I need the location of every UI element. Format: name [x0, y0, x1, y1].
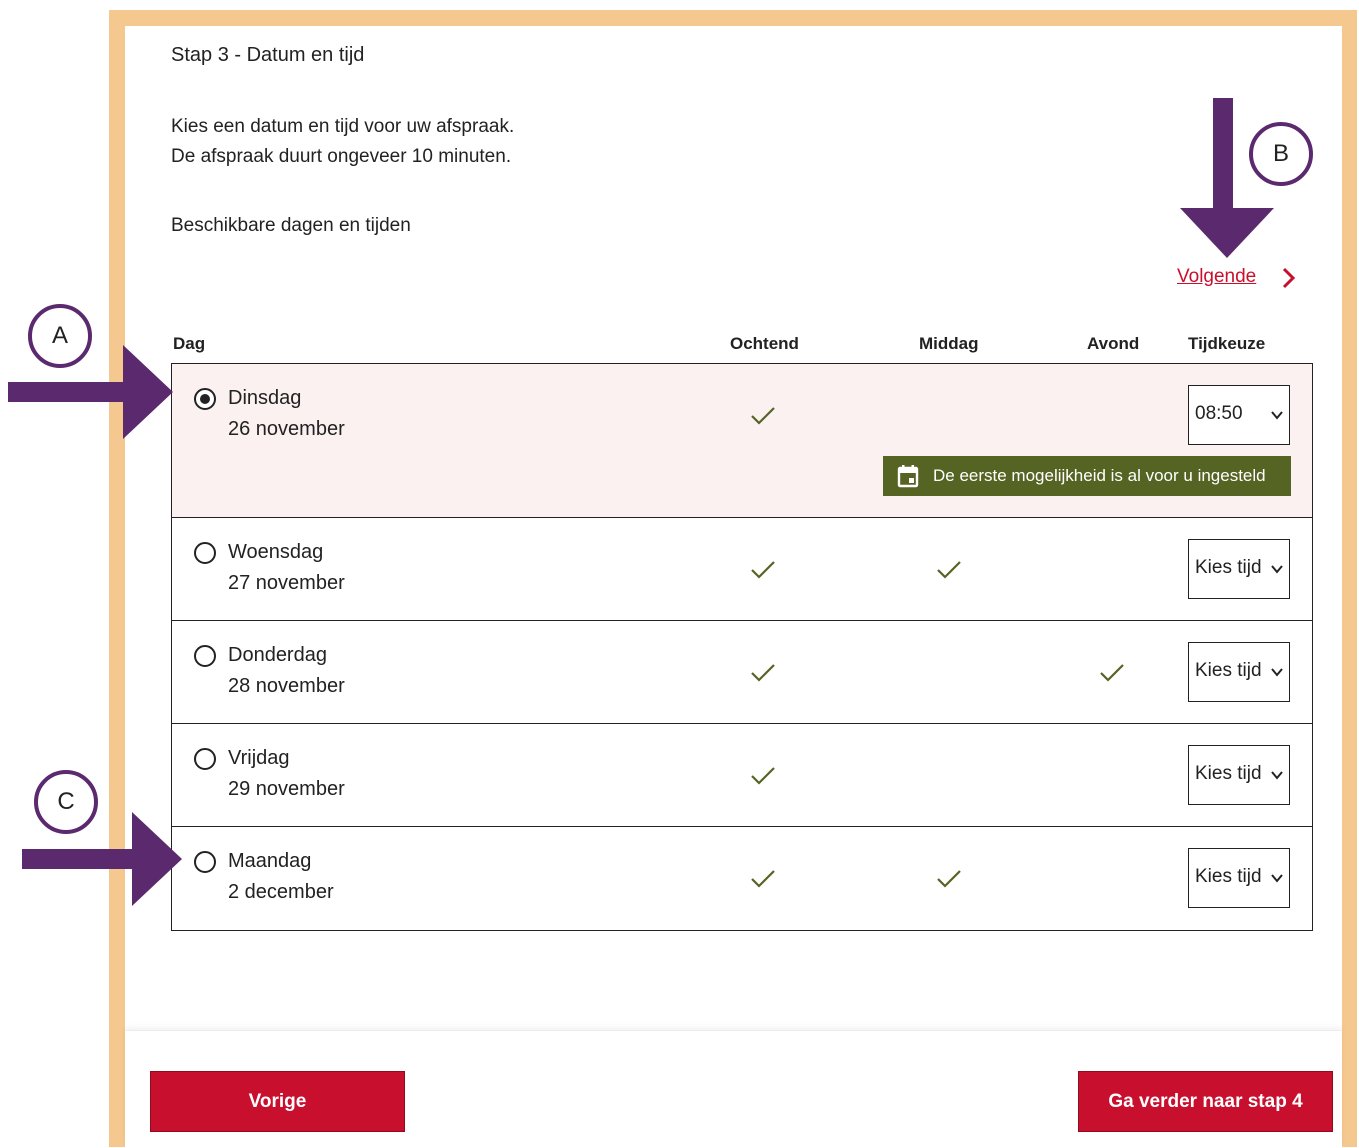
column-header-morning: Ochtend — [730, 334, 799, 353]
day-date: 28 november — [228, 675, 345, 697]
table-row[interactable]: Woensdag 27 november Kies tijd — [172, 518, 1312, 620]
chevron-down-icon — [1271, 565, 1283, 574]
column-header-evening: Avond — [1087, 334, 1140, 353]
time-select[interactable]: Kies tijd — [1188, 848, 1290, 908]
intro-text-line1: Kies een datum en tijd voor uw afspraak. — [171, 116, 515, 137]
table-row[interactable]: Donderdag 28 november Kies tijd — [172, 621, 1312, 723]
check-icon — [751, 407, 775, 425]
chevron-down-icon — [1271, 411, 1283, 420]
table-row[interactable]: Vrijdag 29 november Kies tijd — [172, 724, 1312, 826]
day-date: 2 december — [228, 881, 334, 903]
check-icon — [751, 767, 775, 785]
day-date: 27 november — [228, 572, 345, 594]
day-radio[interactable] — [194, 388, 216, 410]
annotation-label-a: A — [28, 304, 92, 368]
time-select[interactable]: Kies tijd — [1188, 539, 1290, 599]
time-select[interactable]: Kies tijd — [1188, 745, 1290, 805]
annotation-label-c: C — [34, 770, 98, 834]
intro-text-line2: De afspraak duurt ongeveer 10 minuten. — [171, 146, 512, 167]
chevron-right-icon[interactable] — [1279, 266, 1299, 290]
time-select-value: Kies tijd — [1195, 557, 1262, 578]
time-select-value: Kies tijd — [1195, 866, 1262, 887]
previous-button[interactable]: Vorige — [150, 1071, 405, 1132]
day-radio[interactable] — [194, 542, 216, 564]
check-icon — [937, 561, 961, 579]
available-label: Beschikbare dagen en tijden — [171, 215, 411, 236]
day-name: Maandag — [228, 850, 312, 872]
check-icon — [937, 870, 961, 888]
time-select[interactable]: 08:50 — [1188, 385, 1290, 445]
time-select-value: Kies tijd — [1195, 763, 1262, 784]
annotation-label-b: B — [1249, 122, 1313, 186]
check-icon — [751, 664, 775, 682]
day-date: 26 november — [228, 418, 345, 440]
check-icon — [751, 561, 775, 579]
chevron-down-icon — [1271, 668, 1283, 677]
time-select-value: 08:50 — [1195, 403, 1243, 424]
annotation-arrow-a — [8, 345, 173, 439]
chevron-down-icon — [1271, 874, 1283, 883]
time-select-value: Kies tijd — [1195, 660, 1262, 681]
first-option-tooltip: De eerste mogelijkheid is al voor u inge… — [883, 456, 1291, 496]
day-name: Woensdag — [228, 541, 324, 563]
chevron-down-icon — [1271, 771, 1283, 780]
calendar-icon — [897, 465, 919, 488]
day-name: Dinsdag — [228, 387, 302, 409]
check-icon — [751, 870, 775, 888]
check-icon — [1100, 664, 1124, 682]
next-week-link[interactable]: Volgende — [1177, 266, 1256, 288]
tooltip-text: De eerste mogelijkheid is al voor u inge… — [933, 466, 1266, 485]
day-radio[interactable] — [194, 748, 216, 770]
day-name: Donderdag — [228, 644, 327, 666]
step-title: Stap 3 - Datum en tijd — [171, 44, 365, 66]
day-radio[interactable] — [194, 645, 216, 667]
day-radio[interactable] — [194, 851, 216, 873]
continue-step4-button[interactable]: Ga verder naar stap 4 — [1078, 1071, 1333, 1132]
column-header-day: Dag — [173, 334, 206, 353]
table-row[interactable]: Maandag 2 december Kies tijd — [172, 827, 1312, 929]
time-select[interactable]: Kies tijd — [1188, 642, 1290, 702]
day-name: Vrijdag — [228, 747, 290, 769]
day-date: 29 november — [228, 778, 345, 800]
column-header-time-choice: Tijdkeuze — [1188, 334, 1266, 353]
column-header-afternoon: Middag — [919, 334, 979, 353]
